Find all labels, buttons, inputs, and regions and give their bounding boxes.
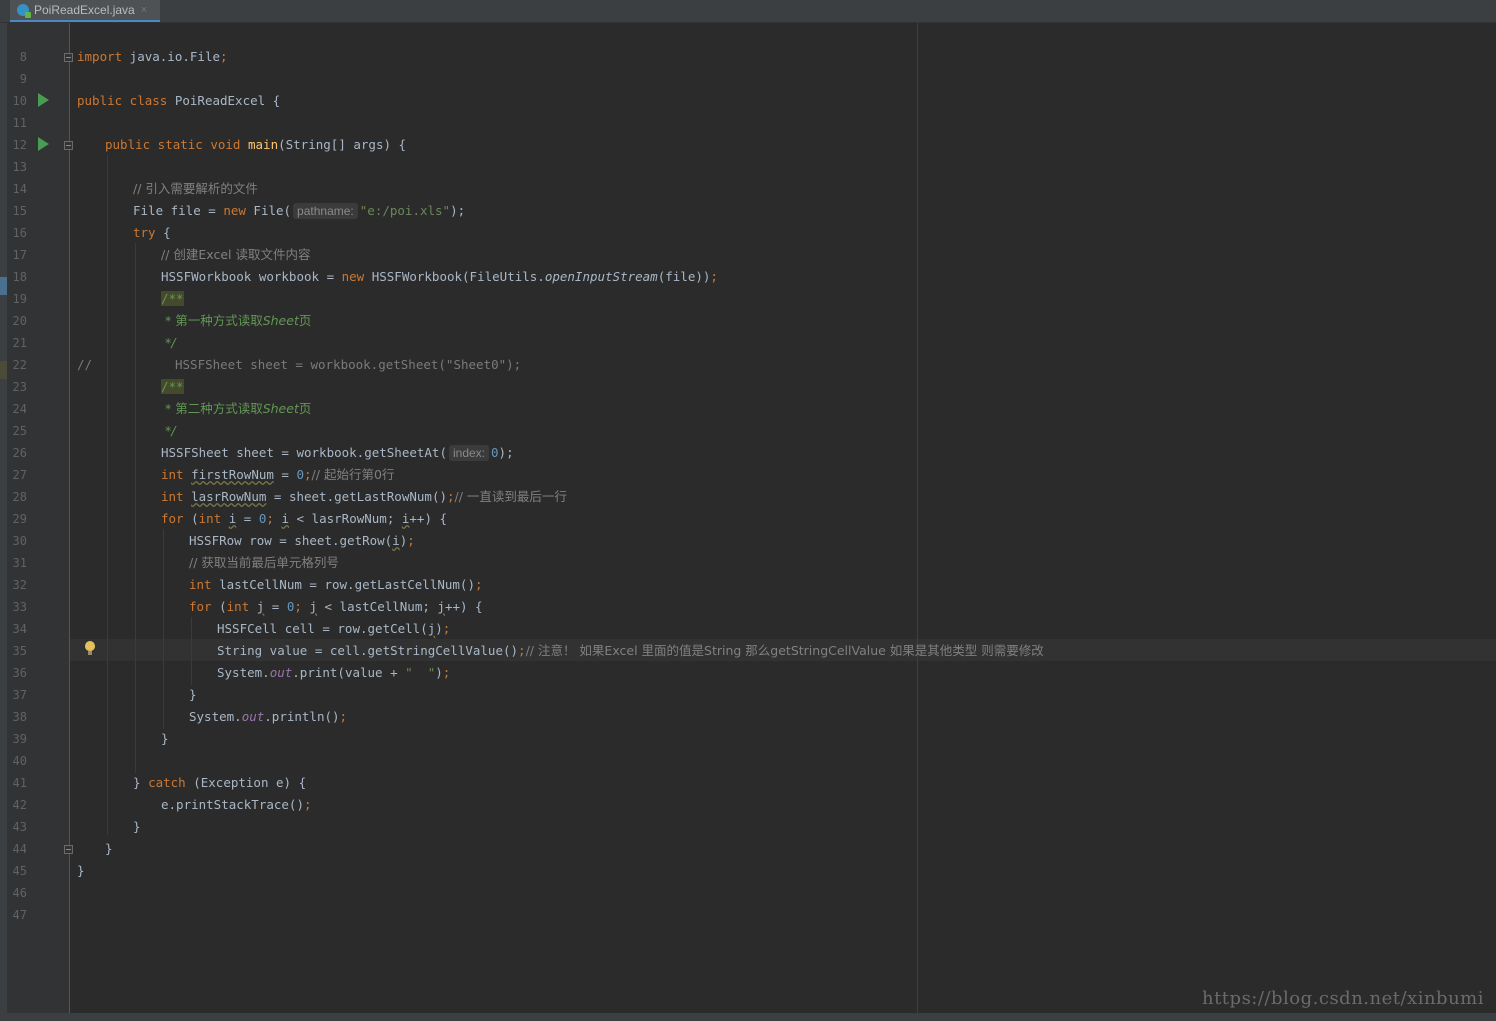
watermark-url: https://blog.csdn.net/xinbumi xyxy=(1201,988,1484,1009)
close-tab-icon[interactable]: × xyxy=(141,4,147,16)
code-line: 27 HSSFSheet sheet = workbook.getSheetAt… xyxy=(0,442,1496,482)
code-line: 36 String value = cell.getStringCellValu… xyxy=(0,640,1496,680)
editor-tab-bar: PoiReadExcel.java × xyxy=(0,0,1496,23)
code-line: 31 HSSFRow row = sheet.getRow(i); xyxy=(0,530,1496,570)
code-text[interactable]: public class PoiReadExcel { xyxy=(77,90,280,112)
code-text[interactable]: File file = new File(pathname: "e:/poi.xl… xyxy=(133,200,465,222)
code-line: 47 xyxy=(0,882,1496,922)
code-text[interactable]: /** xyxy=(161,376,184,398)
code-text[interactable]: import java.io.File; xyxy=(77,46,228,68)
code-line: 24 /** xyxy=(0,376,1496,416)
code-text[interactable]: // 获取当前最后单元格列号 xyxy=(189,552,339,574)
code-line: 35 HSSFCell cell = row.getCell(j); xyxy=(0,618,1496,658)
code-line: 21 * 第一种方式读取Sheet页 xyxy=(0,310,1496,350)
code-line: 29 int lasrRowNum = sheet.getLastRowNum(… xyxy=(0,486,1496,526)
code-text[interactable]: * 第一种方式读取Sheet页 xyxy=(161,310,311,332)
code-line: 25 * 第二种方式读取Sheet页 xyxy=(0,398,1496,438)
code-line: 14 xyxy=(0,156,1496,196)
code-line: 45 } xyxy=(0,838,1496,878)
code-line: 41 xyxy=(0,750,1496,790)
code-line: 17 try { xyxy=(0,222,1496,262)
code-text[interactable]: HSSFRow row = sheet.getRow(i); xyxy=(189,530,415,552)
code-text[interactable]: HSSFCell cell = row.getCell(j); xyxy=(217,618,450,640)
code-text[interactable]: e.printStackTrace(); xyxy=(161,794,312,816)
code-line: 8 xyxy=(0,24,1496,64)
code-text[interactable]: int lasrRowNum = sheet.getLastRowNum();/… xyxy=(161,486,567,508)
code-line: 37 System.out.print(value + " "); xyxy=(0,662,1496,702)
code-text[interactable]: } xyxy=(189,684,197,706)
code-text[interactable]: public static void main(String[] args) { xyxy=(105,134,406,156)
code-line: 34 for (int j = 0; j < lastCellNum; j++)… xyxy=(0,596,1496,636)
code-text[interactable]: int firstRowNum = 0;// 起始行第0行 xyxy=(161,464,394,486)
code-line: 16 File file = new File(pathname: "e:/poi… xyxy=(0,200,1496,240)
code-text[interactable]: /** xyxy=(161,288,184,310)
code-text[interactable]: HSSFWorkbook workbook = new HSSFWorkbook… xyxy=(161,266,718,288)
code-line: 42 } catch (Exception e) { xyxy=(0,772,1496,812)
code-text[interactable]: try { xyxy=(133,222,171,244)
code-line: 11 public class PoiReadExcel { xyxy=(0,90,1496,130)
code-line: 10 xyxy=(0,68,1496,108)
code-text[interactable]: HSSFSheet sheet = workbook.getSheet("She… xyxy=(175,354,521,376)
code-text[interactable]: for (int i = 0; i < lasrRowNum; i++) { xyxy=(161,508,447,530)
code-line: 23 // HSSFSheet sheet = workbook.getShee… xyxy=(0,354,1496,394)
code-text[interactable]: * 第二种方式读取Sheet页 xyxy=(161,398,311,420)
code-text[interactable]: int lastCellNum = row.getLastCellNum(); xyxy=(189,574,483,596)
param-hint: index: xyxy=(448,445,490,461)
code-text[interactable]: } catch (Exception e) { xyxy=(133,772,306,794)
code-line: 32 // 获取当前最后单元格列号 xyxy=(0,552,1496,592)
code-line: 46 } xyxy=(0,860,1496,900)
code-line: 22 */ xyxy=(0,332,1496,372)
code-text[interactable]: } xyxy=(77,860,85,882)
code-line: 13 public static void main(String[] args… xyxy=(0,134,1496,174)
code-text[interactable]: } xyxy=(133,816,141,838)
code-line: 15 // 引入需要解析的文件 xyxy=(0,178,1496,218)
code-text[interactable]: } xyxy=(105,838,113,860)
file-tab-label: PoiReadExcel.java xyxy=(34,3,135,17)
code-line: 30 for (int i = 0; i < lasrRowNum; i++) … xyxy=(0,508,1496,548)
code-line: 9 import java.io.File; xyxy=(0,46,1496,86)
code-text[interactable]: for (int j = 0; j < lastCellNum; j++) { xyxy=(189,596,483,618)
code-text[interactable]: String value = cell.getStringCellValue()… xyxy=(217,640,1044,662)
code-line: 38 } xyxy=(0,684,1496,724)
code-line: 12 xyxy=(0,112,1496,152)
code-text[interactable]: */ xyxy=(161,420,175,442)
code-text[interactable]: System.out.print(value + " "); xyxy=(217,662,450,684)
code-line: 33 int lastCellNum = row.getLastCellNum(… xyxy=(0,574,1496,614)
code-line: 26 */ xyxy=(0,420,1496,460)
code-line: 39 System.out.println(); xyxy=(0,706,1496,746)
code-line: 18 // 创建Excel 读取文件内容 xyxy=(0,244,1496,284)
code-text[interactable]: // 创建Excel 读取文件内容 xyxy=(161,244,310,266)
code-text[interactable]: } xyxy=(161,728,169,750)
code-line: 40 } xyxy=(0,728,1496,768)
code-text[interactable]: System.out.println(); xyxy=(189,706,347,728)
code-text[interactable]: // 引入需要解析的文件 xyxy=(133,178,258,200)
code-line: 28 int firstRowNum = 0;// 起始行第0行 xyxy=(0,464,1496,504)
code-text[interactable]: // xyxy=(77,354,92,376)
file-tab[interactable]: PoiReadExcel.java × xyxy=(10,0,160,22)
code-line: 20 /** xyxy=(0,288,1496,328)
bottom-scroll-strip xyxy=(0,1013,1496,1021)
code-line: 43 e.printStackTrace(); xyxy=(0,794,1496,834)
java-class-icon xyxy=(17,4,31,18)
line-number: 47 xyxy=(12,908,27,922)
code-text[interactable]: */ xyxy=(161,332,175,354)
code-text[interactable]: HSSFSheet sheet = workbook.getSheetAt(in… xyxy=(161,442,514,464)
code-line: 44 } xyxy=(0,816,1496,856)
param-hint: pathname: xyxy=(293,203,358,219)
code-line: 19 HSSFWorkbook workbook = new HSSFWorkb… xyxy=(0,266,1496,306)
